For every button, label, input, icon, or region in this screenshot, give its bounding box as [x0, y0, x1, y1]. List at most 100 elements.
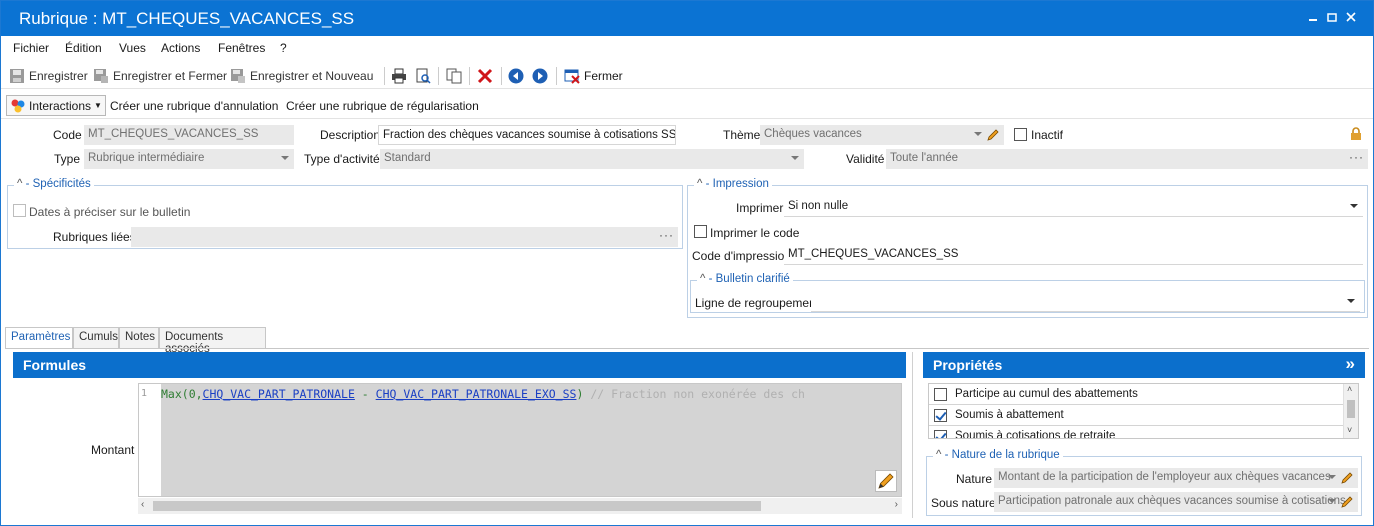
menu-fichier[interactable]: Fichier: [13, 41, 49, 55]
scroll-left-icon[interactable]: ‹: [141, 499, 144, 510]
ellipsis-icon[interactable]: ···: [659, 228, 674, 242]
pencil-icon[interactable]: [986, 128, 1000, 142]
imprimer-code-checkbox[interactable]: [694, 225, 707, 238]
tab-notes[interactable]: Notes: [119, 327, 159, 348]
type-activite-field[interactable]: Standard: [380, 149, 804, 169]
type-field[interactable]: Rubrique intermédiaire: [84, 149, 294, 169]
code-label: Code: [53, 128, 82, 142]
type-activite-value: Standard: [384, 152, 431, 164]
scroll-thumb[interactable]: [1347, 400, 1355, 418]
impression-title[interactable]: ^ - Impression: [694, 178, 772, 190]
inactif-checkbox[interactable]: [1014, 128, 1027, 141]
tab-parametres[interactable]: Paramètres: [5, 327, 73, 349]
floppy-new-icon: [230, 68, 246, 84]
description-field[interactable]: Fraction des chèques vacances soumise à …: [378, 125, 676, 145]
tab-cumuls[interactable]: Cumuls: [73, 327, 119, 348]
restore-icon[interactable]: [1323, 10, 1341, 25]
toolbar-separator: [384, 67, 385, 85]
tab-documents-associes[interactable]: Documents associés: [159, 327, 266, 355]
create-regul-rubrique-button[interactable]: Créer une rubrique de régularisation: [283, 95, 482, 116]
nature-field[interactable]: Montant de la participation de l'employe…: [994, 468, 1358, 488]
theme-label: Thème: [723, 128, 761, 142]
property-checkbox[interactable]: [934, 388, 947, 401]
horizontal-scrollbar[interactable]: ‹ ›: [138, 498, 902, 514]
chevron-down-icon[interactable]: [1350, 204, 1358, 208]
close-icon[interactable]: [1342, 10, 1360, 25]
property-checkbox[interactable]: [934, 430, 947, 438]
validite-field[interactable]: Toute l'année ···: [886, 149, 1368, 169]
toolbar: Enregistrer Enregistrer et Fermer Enregi…: [1, 61, 1373, 89]
minimize-icon[interactable]: [1304, 10, 1322, 25]
menu-help[interactable]: ?: [280, 41, 287, 55]
chevron-down-icon[interactable]: [974, 132, 982, 136]
imprimer-select[interactable]: Si non nulle: [784, 197, 1363, 217]
create-cancel-rubrique-button[interactable]: Créer une rubrique d'annulation: [107, 95, 281, 116]
edit-formula-button[interactable]: [875, 470, 897, 492]
scroll-down-icon[interactable]: ˅: [1347, 425, 1352, 435]
copy-button[interactable]: [446, 67, 462, 85]
chevron-down-icon[interactable]: [791, 156, 799, 160]
panel-splitter[interactable]: [912, 352, 916, 518]
save-new-button[interactable]: Enregistrer et Nouveau: [230, 67, 373, 85]
nature-rubrique-title[interactable]: ^ - Nature de la rubrique: [933, 449, 1063, 461]
ligne-regroupement-select[interactable]: [811, 292, 1360, 312]
delete-button[interactable]: [477, 67, 493, 85]
interactions-dropdown[interactable]: Interactions ▼: [6, 95, 106, 116]
menu-edition[interactable]: Édition: [65, 41, 102, 55]
montant-label: Montant: [91, 443, 135, 457]
collapse-icon: ^: [700, 273, 706, 285]
list-item[interactable]: Soumis à cotisations de retraite: [929, 426, 1343, 438]
type-activite-label: Type d'activité: [304, 152, 380, 166]
menu-fenetres[interactable]: Fenêtres: [218, 41, 265, 55]
specificites-title[interactable]: ^ - Spécificités: [14, 178, 94, 190]
code-impression-label: Code d'impression: [692, 249, 792, 263]
chevron-down-icon[interactable]: [1328, 475, 1336, 479]
print-preview-button[interactable]: [415, 67, 431, 85]
collapse-icon: ^: [936, 449, 942, 461]
list-item[interactable]: Soumis à abattement: [929, 405, 1343, 426]
formula-ref-link[interactable]: CHQ_VAC_PART_PATRONALE: [203, 387, 355, 401]
previous-button[interactable]: [508, 67, 524, 85]
expand-icon[interactable]: »: [1346, 354, 1355, 374]
print-button[interactable]: [391, 67, 407, 85]
vertical-scrollbar[interactable]: ˄ ˅: [1343, 384, 1358, 438]
pencil-icon[interactable]: [1340, 495, 1354, 509]
scroll-up-icon[interactable]: ˄: [1347, 384, 1352, 394]
arrow-right-circle-icon: [532, 68, 548, 84]
formula-editor[interactable]: 1 Max(0,CHQ_VAC_PART_PATRONALE - CHQ_VAC…: [138, 383, 902, 497]
next-button[interactable]: [532, 67, 548, 85]
rubriques-liees-field[interactable]: ···: [131, 227, 678, 247]
chevron-down-icon[interactable]: [1347, 299, 1355, 303]
close-button[interactable]: Fermer: [564, 67, 623, 85]
scroll-right-icon[interactable]: ›: [895, 499, 898, 510]
sous-nature-field[interactable]: Participation patronale aux chèques vaca…: [994, 492, 1358, 512]
ellipsis-icon[interactable]: ···: [1349, 150, 1364, 164]
formula-code-line: Max(0,CHQ_VAC_PART_PATRONALE - CHQ_VAC_P…: [161, 387, 805, 401]
bulletin-clarifie-title[interactable]: ^ - Bulletin clarifié: [697, 273, 793, 285]
pencil-icon[interactable]: [1340, 471, 1354, 485]
description-label: Description: [320, 128, 381, 142]
collapse-icon: ^: [697, 178, 703, 190]
dates-checkbox[interactable]: [13, 204, 26, 217]
arrow-left-circle-icon: [508, 68, 524, 84]
formula-ref-link[interactable]: CHQ_VAC_PART_PATRONALE_EXO_SS: [376, 387, 577, 401]
theme-field[interactable]: Chèques vacances: [760, 125, 1004, 145]
scroll-thumb[interactable]: [153, 501, 761, 511]
toolbar-separator: [469, 67, 470, 85]
menu-vues[interactable]: Vues: [119, 41, 146, 55]
chevron-down-icon[interactable]: [281, 156, 289, 160]
save-button[interactable]: Enregistrer: [9, 67, 88, 85]
menu-bar: Fichier Édition Vues Actions Fenêtres ?: [1, 36, 1373, 60]
chevron-down-icon[interactable]: [1328, 499, 1336, 503]
type-label: Type: [54, 152, 81, 166]
code-impression-field[interactable]: MT_CHEQUES_VACANCES_SS: [784, 245, 1363, 265]
list-item[interactable]: Participe au cumul des abattements: [929, 384, 1343, 405]
nature-value: Montant de la participation de l'employe…: [998, 471, 1331, 483]
code-field[interactable]: MT_CHEQUES_VACANCES_SS: [84, 125, 294, 145]
property-checkbox[interactable]: [934, 409, 947, 422]
window-title: Rubrique : MT_CHEQUES_VACANCES_SS: [19, 9, 355, 28]
menu-actions[interactable]: Actions: [161, 41, 200, 55]
save-close-button[interactable]: Enregistrer et Fermer: [93, 67, 227, 85]
rubrique-window: Rubrique : MT_CHEQUES_VACANCES_SS Fichie…: [0, 0, 1374, 526]
interactions-icon: [10, 98, 26, 114]
